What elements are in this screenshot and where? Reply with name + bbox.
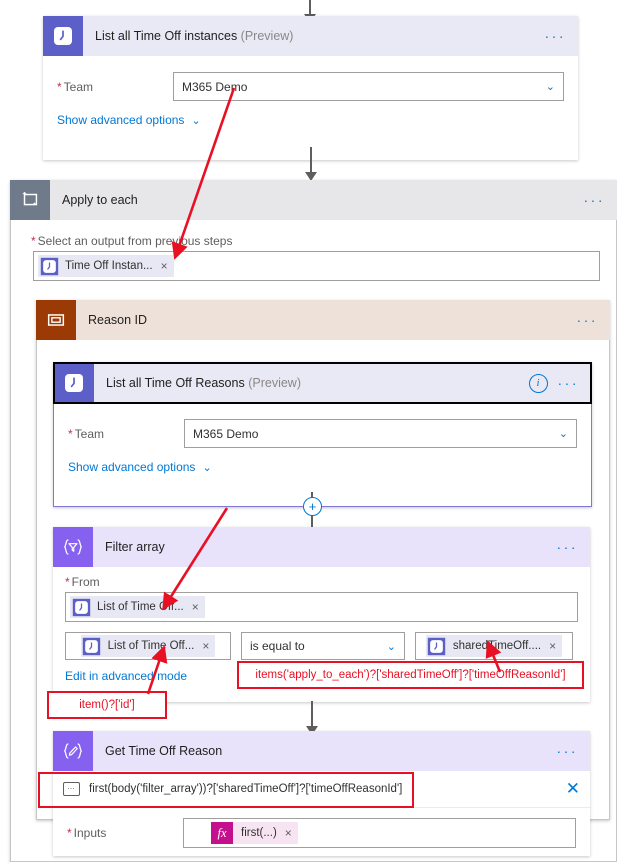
- red-arrow-annotations: [146, 87, 502, 695]
- flow-designer-canvas: List all Time Off instances (Preview) ··…: [0, 0, 617, 863]
